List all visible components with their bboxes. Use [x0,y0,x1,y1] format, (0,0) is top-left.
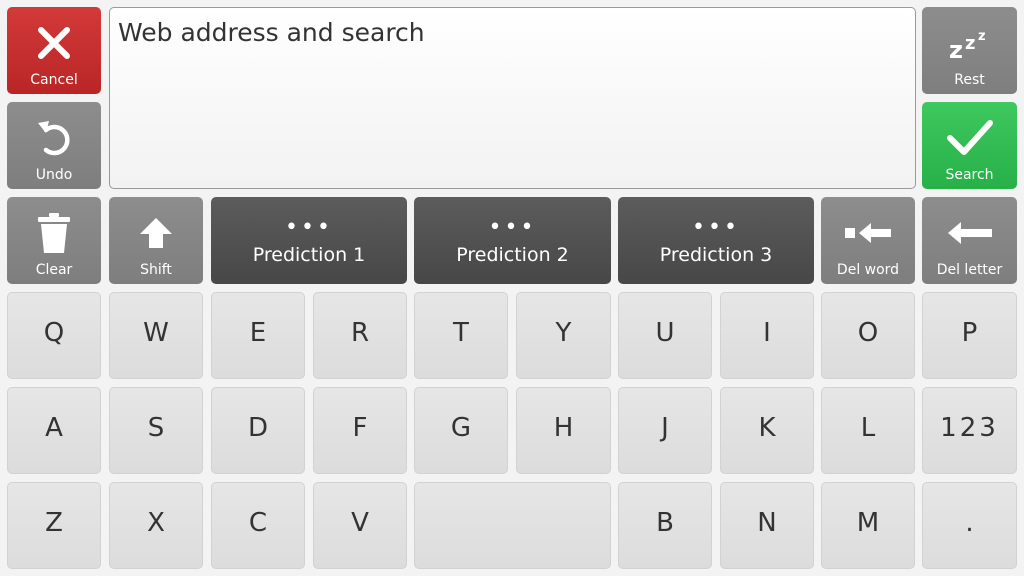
svg-text:z: z [949,36,963,61]
space-key[interactable] [414,482,611,569]
key-s[interactable]: S [109,387,203,474]
key-g[interactable]: G [414,387,508,474]
cancel-button[interactable]: Cancel [7,7,101,94]
key-j[interactable]: J [618,387,712,474]
key-b[interactable]: B [618,482,712,569]
prediction-1-button[interactable]: ••• Prediction 1 [211,197,407,284]
key-q[interactable]: Q [7,292,101,379]
key-a[interactable]: A [7,387,101,474]
prediction-3-button[interactable]: ••• Prediction 3 [618,197,814,284]
search-button[interactable]: Search [922,102,1017,189]
key-c[interactable]: C [211,482,305,569]
clear-label: Clear [35,262,73,278]
close-icon [36,7,72,72]
key-o[interactable]: O [821,292,915,379]
prediction-dots: ••• [488,214,537,240]
key-w[interactable]: W [109,292,203,379]
key-v[interactable]: V [313,482,407,569]
key-i[interactable]: I [720,292,814,379]
prediction-label: Prediction 1 [252,243,366,266]
trash-icon [37,197,71,262]
shift-arrow-icon [139,197,173,262]
checkmark-icon [946,102,994,167]
delete-word-label: Del word [836,262,900,278]
key-e[interactable]: E [211,292,305,379]
undo-label: Undo [35,167,73,183]
key-k[interactable]: K [720,387,814,474]
delete-letter-button[interactable]: Del letter [922,197,1017,284]
undo-button[interactable]: Undo [7,102,101,189]
delete-word-icon [844,197,892,262]
key-n[interactable]: N [720,482,814,569]
sleep-icon: z z z [947,7,993,72]
search-field-text: Web address and search [118,18,425,47]
period-key[interactable]: . [922,482,1017,569]
prediction-label: Prediction 2 [456,243,569,266]
rest-label: Rest [954,72,985,88]
key-m[interactable]: M [821,482,915,569]
delete-word-button[interactable]: Del word [821,197,915,284]
cancel-label: Cancel [30,72,78,88]
rest-button[interactable]: z z z Rest [922,7,1017,94]
search-label: Search [945,167,994,183]
svg-text:z: z [978,29,986,44]
shift-button[interactable]: Shift [109,197,203,284]
key-x[interactable]: X [109,482,203,569]
key-p[interactable]: P [922,292,1017,379]
undo-icon [34,102,74,167]
key-r[interactable]: R [313,292,407,379]
key-t[interactable]: T [414,292,508,379]
key-l[interactable]: L [821,387,915,474]
key-h[interactable]: H [516,387,611,474]
prediction-label: Prediction 3 [659,243,773,266]
web-address-search-field[interactable]: Web address and search [109,7,916,189]
numbers-key[interactable]: 123 [922,387,1017,474]
clear-button[interactable]: Clear [7,197,101,284]
delete-letter-label: Del letter [936,262,1003,278]
key-y[interactable]: Y [516,292,611,379]
shift-label: Shift [140,262,172,278]
backspace-arrow-icon [947,197,993,262]
svg-text:z: z [965,33,975,54]
prediction-2-button[interactable]: ••• Prediction 2 [414,197,611,284]
prediction-dots: ••• [285,214,333,240]
key-u[interactable]: U [618,292,712,379]
key-f[interactable]: F [313,387,407,474]
key-d[interactable]: D [211,387,305,474]
prediction-dots: ••• [692,214,740,240]
key-z[interactable]: Z [7,482,101,569]
